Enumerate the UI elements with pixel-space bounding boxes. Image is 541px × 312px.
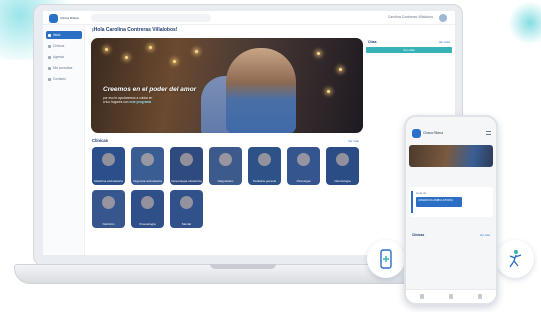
menu-icon[interactable] xyxy=(486,131,491,135)
view-all-link[interactable]: Ver todo xyxy=(439,40,450,44)
clinic-icon xyxy=(48,44,51,48)
hero-photo-person xyxy=(226,48,296,133)
top-bar: Clínica Ribera Carolina Contreras Villal… xyxy=(43,11,455,25)
decorative-light xyxy=(105,48,108,51)
laptop-notch xyxy=(210,264,276,269)
sidebar-item-label: Inicio xyxy=(53,33,61,37)
sidebar-item-contacto[interactable]: Contacto xyxy=(46,75,82,83)
clinic-tile-label: Odontología xyxy=(334,178,351,183)
sidebar-item-consultas[interactable]: Mis consultas xyxy=(46,64,82,72)
clinic-tile-label: Pediatría general xyxy=(253,178,276,183)
clinic-tile[interactable]: Mental xyxy=(170,190,203,228)
profile-icon[interactable] xyxy=(478,294,482,299)
phone-see-more-link[interactable]: Ver más xyxy=(480,233,490,237)
button-label: Ver citas xyxy=(403,48,415,52)
clinic-tile[interactable]: Nutrición xyxy=(92,190,125,228)
section-title: Clínicas xyxy=(92,138,109,143)
decorative-light xyxy=(317,52,320,55)
tile-photo xyxy=(258,153,271,166)
calendar-icon[interactable] xyxy=(449,294,453,299)
sidebar-item-label: Mis consultas xyxy=(53,66,73,70)
phone-icon xyxy=(48,77,51,81)
decorative-light xyxy=(125,56,128,59)
tile-photo xyxy=(180,196,193,209)
sidebar-item-label: Clínicas xyxy=(53,44,65,48)
clinic-tile[interactable]: Odontología xyxy=(326,147,359,185)
search-input[interactable] xyxy=(91,14,211,22)
hero-subtitle-text: a tus hogares con xyxy=(103,100,129,104)
see-more-link[interactable]: Ver más xyxy=(348,139,359,143)
clinic-tile-label: Medicina ambulatoria xyxy=(94,178,123,183)
laptop-screen: Clínica Ribera Carolina Contreras Villal… xyxy=(43,11,455,255)
page-title: ¡Hola Carolina Contreras Villalobos! xyxy=(92,27,178,33)
home-icon[interactable] xyxy=(420,294,424,299)
card-text: URGENCIA AMBULATORIA xyxy=(418,198,454,202)
card-accent xyxy=(411,191,413,213)
appointments-button[interactable]: Ver citas xyxy=(366,47,452,53)
decorative-light xyxy=(195,50,198,53)
product-mockup: Clínica Ribera Carolina Contreras Villal… xyxy=(0,0,541,312)
sidebar-item-clinicas[interactable]: Clínicas xyxy=(46,42,82,50)
logo-text: Clínica Ribera xyxy=(60,15,79,20)
clinic-tile[interactable]: Urgencia ambulatoria xyxy=(131,147,164,185)
panel-title: Citas xyxy=(368,40,377,44)
hero-subtitle: por eso te ayudaremos a cuidar en a tus … xyxy=(103,96,218,104)
hero-subtitle-highlight: este programa xyxy=(129,100,152,104)
clinic-tile-label: Kinesiología xyxy=(139,221,156,226)
physio-person-icon-glyph xyxy=(509,250,522,268)
calendar-icon xyxy=(48,55,51,59)
decorative-light xyxy=(149,46,152,49)
tile-photo xyxy=(141,196,154,209)
tile-photo xyxy=(336,153,349,166)
clinic-tile-label: Diagnóstico xyxy=(217,178,234,183)
phone-plus-icon-glyph xyxy=(380,249,392,269)
user-name[interactable]: Carolina Contreras Villalobos xyxy=(388,15,433,19)
tile-photo xyxy=(102,153,115,166)
sidebar-item-inicio[interactable]: Inicio xyxy=(46,31,82,39)
phone-plus-icon[interactable] xyxy=(367,240,405,278)
hero-banner[interactable]: Creemos en el poder del amor por eso te … xyxy=(91,38,363,133)
phone-section-title: Clínicas xyxy=(412,233,425,237)
hero-title: Creemos en el poder del amor xyxy=(103,86,197,93)
logo-text: Clínica Ribera xyxy=(423,130,444,135)
clinic-tile[interactable]: Psicología xyxy=(287,147,320,185)
home-icon xyxy=(48,33,51,37)
tile-photo xyxy=(219,153,232,166)
logo-icon xyxy=(412,129,421,138)
phone-bottom-nav xyxy=(406,289,496,303)
clinic-tile[interactable]: Medicina ambulatoria xyxy=(92,147,125,185)
clinic-tile-label: Mental xyxy=(181,221,191,226)
physio-person-icon[interactable] xyxy=(496,240,534,278)
clinic-tile[interactable]: Ginecología obstetricia xyxy=(170,147,203,185)
chat-icon xyxy=(48,66,51,70)
sidebar: Inicio Clínicas Agenda Mis consultas Con… xyxy=(43,25,85,255)
avatar[interactable] xyxy=(439,14,447,22)
phone-hero-banner[interactable] xyxy=(409,145,493,167)
tile-photo xyxy=(141,153,154,166)
decorative-light xyxy=(173,60,176,63)
tile-photo xyxy=(297,153,310,166)
tile-photo xyxy=(180,153,193,166)
clinic-tile-label: Urgencia ambulatoria xyxy=(133,178,162,183)
clinic-tile[interactable]: Kinesiología xyxy=(131,190,164,228)
sidebar-item-label: Agenda xyxy=(53,55,64,59)
card-title: Hola de xyxy=(416,191,427,195)
decorative-glow xyxy=(509,2,541,44)
clinic-tile-label: Psicología xyxy=(296,178,311,183)
phone-appointment-card[interactable]: Hola de URGENCIA AMBULATORIA xyxy=(409,187,493,217)
logo-icon xyxy=(49,13,58,23)
decorative-light xyxy=(327,90,330,93)
phone-mockup: Clínica Ribera Hola de URGENCIA AMBULATO… xyxy=(404,115,498,305)
decorative-light xyxy=(339,68,342,71)
clinic-tile-label: Nutrición xyxy=(102,221,115,226)
app-logo[interactable]: Clínica Ribera xyxy=(49,13,83,23)
phone-app-logo[interactable]: Clínica Ribera xyxy=(412,129,443,138)
tile-photo xyxy=(102,196,115,209)
clinic-tile-label: Ginecología obstetricia xyxy=(171,178,202,183)
clinic-tile[interactable]: Pediatría general xyxy=(248,147,281,185)
clinic-tile[interactable]: Diagnóstico xyxy=(209,147,242,185)
sidebar-item-agenda[interactable]: Agenda xyxy=(46,53,82,61)
sidebar-item-label: Contacto xyxy=(53,77,66,81)
